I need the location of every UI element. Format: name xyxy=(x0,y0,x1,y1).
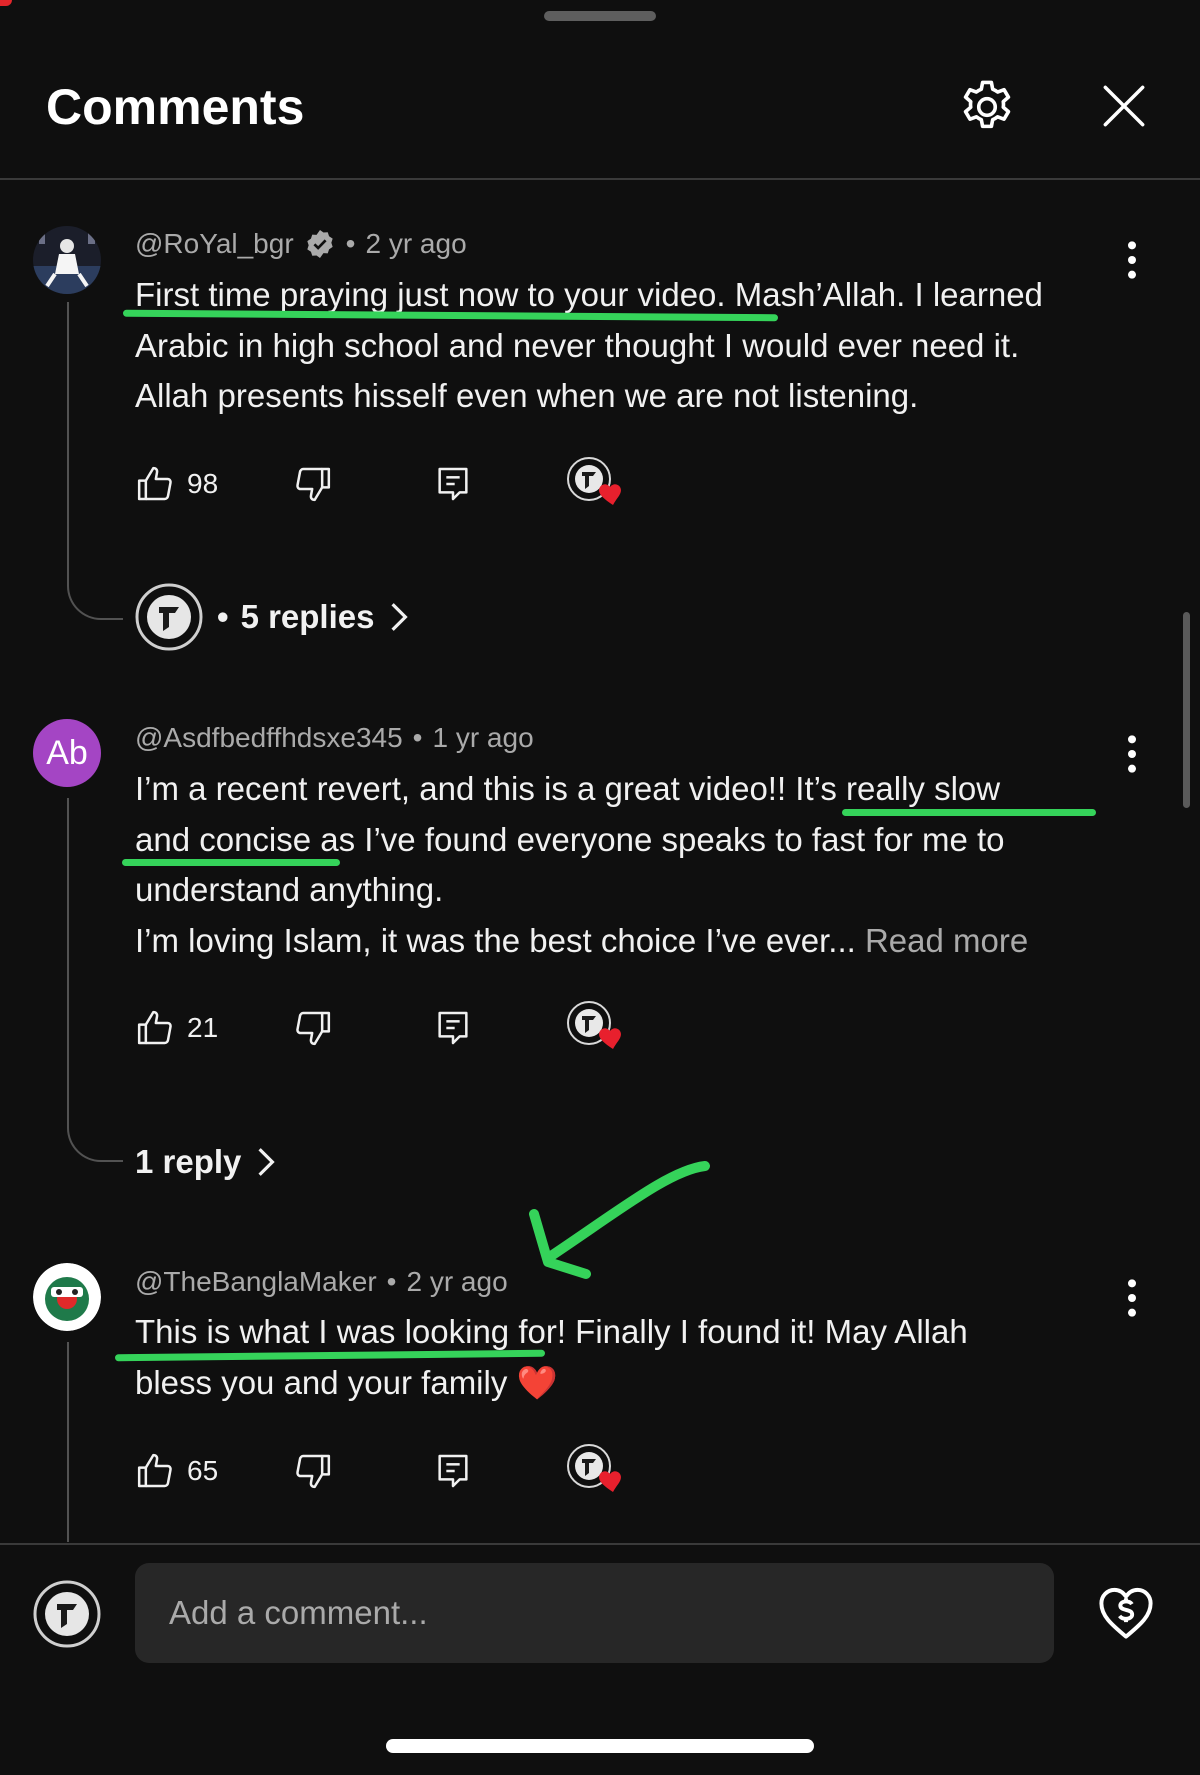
close-icon[interactable] xyxy=(1096,78,1152,134)
thread-line xyxy=(67,798,69,1120)
composer-divider xyxy=(0,1543,1200,1545)
replies-count: 5 replies xyxy=(240,598,375,635)
avatar[interactable]: Ab xyxy=(33,719,101,787)
comment-reply-icon xyxy=(438,467,468,501)
thread-line xyxy=(67,302,69,578)
comment-text: First time praying just now to your vide… xyxy=(135,270,1135,422)
comments-header: Comments xyxy=(0,30,1200,180)
meta-separator: • xyxy=(217,598,229,635)
status-dot xyxy=(0,0,12,6)
avatar[interactable] xyxy=(33,226,101,294)
comment-line: I’m a recent revert, and this is a great… xyxy=(135,770,1001,807)
author-handle[interactable]: @RoYal_bgr xyxy=(135,228,294,260)
header-divider xyxy=(0,178,1200,180)
thread-line xyxy=(67,1342,69,1542)
author-handle[interactable]: @TheBanglaMaker xyxy=(135,1266,377,1298)
replies-count: 1 reply xyxy=(135,1143,242,1180)
chevron-right-icon xyxy=(258,1148,276,1176)
like-count: 98 xyxy=(187,468,219,499)
creator-avatar xyxy=(135,583,203,651)
scrollbar[interactable] xyxy=(1183,612,1190,808)
comment-line: and concise as I’ve found everyone speak… xyxy=(135,820,1005,858)
author-handle[interactable]: @Asdfbedffhdsxe345 xyxy=(135,722,403,754)
comment-time: 1 yr ago xyxy=(432,722,534,753)
highlight-underline xyxy=(842,809,1096,816)
creator-heart-icon xyxy=(567,1001,621,1049)
thread-curve xyxy=(67,576,123,620)
heart-emoji: ❤️ xyxy=(516,1363,558,1401)
comment-line: bless you and your family ❤️ xyxy=(135,1358,1135,1409)
gear-icon[interactable] xyxy=(956,76,1018,138)
reply-button[interactable] xyxy=(433,459,473,509)
like-button[interactable]: 21 xyxy=(135,1003,218,1053)
avatar[interactable] xyxy=(33,1263,101,1331)
comment-line: Allah presents hisself even when we are … xyxy=(135,377,919,414)
meta-separator: • xyxy=(412,722,423,753)
creator-heart-icon xyxy=(567,1444,621,1492)
drag-handle[interactable] xyxy=(544,11,656,21)
chevron-right-icon xyxy=(391,603,409,631)
like-button[interactable]: 65 xyxy=(135,1446,218,1496)
verified-badge-icon xyxy=(306,230,333,258)
comment-reply-icon xyxy=(438,1454,468,1488)
view-replies-button[interactable]: 1 reply xyxy=(135,1127,277,1197)
creator-heart-icon xyxy=(567,457,621,505)
comment-input[interactable] xyxy=(135,1563,1054,1663)
reply-button[interactable] xyxy=(433,1003,473,1053)
like-count: 65 xyxy=(187,1455,219,1486)
thumb-up-icon xyxy=(137,1453,172,1488)
comment-line: This is what I was looking for! Finally … xyxy=(135,1313,968,1350)
user-avatar[interactable] xyxy=(33,1580,101,1648)
like-count: 21 xyxy=(187,1012,219,1043)
comment-line-text: bless you and your family xyxy=(135,1363,508,1401)
comment-actions: 98 xyxy=(135,457,655,509)
meta-separator: • xyxy=(386,1266,397,1297)
thumb-down-icon xyxy=(296,1011,331,1046)
comment-meta: @TheBanglaMaker • 2 yr ago xyxy=(135,1266,508,1298)
view-replies-button[interactable]: • 5 replies xyxy=(135,582,410,652)
comment-actions: 21 xyxy=(135,1001,655,1053)
comment-meta: @RoYal_bgr • 2 yr ago xyxy=(135,228,467,260)
comment-line: Arabic in high school and never thought … xyxy=(135,326,1020,364)
thumb-up-icon xyxy=(137,1010,172,1045)
highlight-underline xyxy=(122,859,340,866)
thread-curve xyxy=(67,1118,123,1162)
comment-line: understand anything. xyxy=(135,871,444,908)
like-button[interactable]: 98 xyxy=(135,459,218,509)
comment-reply-icon xyxy=(438,1011,468,1045)
comment-meta: @Asdfbedffhdsxe345 • 1 yr ago xyxy=(135,722,534,754)
dislike-button[interactable] xyxy=(293,1446,333,1496)
annotation-arrow xyxy=(529,1161,710,1279)
read-more-link[interactable]: Read more xyxy=(865,922,1028,959)
page-title: Comments xyxy=(46,79,305,135)
super-thanks-icon[interactable] xyxy=(1096,1580,1156,1644)
home-indicator xyxy=(386,1739,814,1753)
thumb-down-icon xyxy=(296,1454,331,1489)
comment-time: 2 yr ago xyxy=(365,228,467,259)
comment-line-text: I’m loving Islam, it was the best choice… xyxy=(135,921,856,959)
comment-actions: 65 xyxy=(135,1444,655,1496)
comment-line: I’m loving Islam, it was the best choice… xyxy=(135,916,1135,967)
dislike-button[interactable] xyxy=(293,1003,333,1053)
thumb-down-icon xyxy=(296,467,331,502)
reply-button[interactable] xyxy=(433,1446,473,1496)
meta-separator: • xyxy=(345,228,356,259)
thumb-up-icon xyxy=(137,466,172,501)
dislike-button[interactable] xyxy=(293,459,333,509)
comment-time: 2 yr ago xyxy=(406,1266,508,1297)
